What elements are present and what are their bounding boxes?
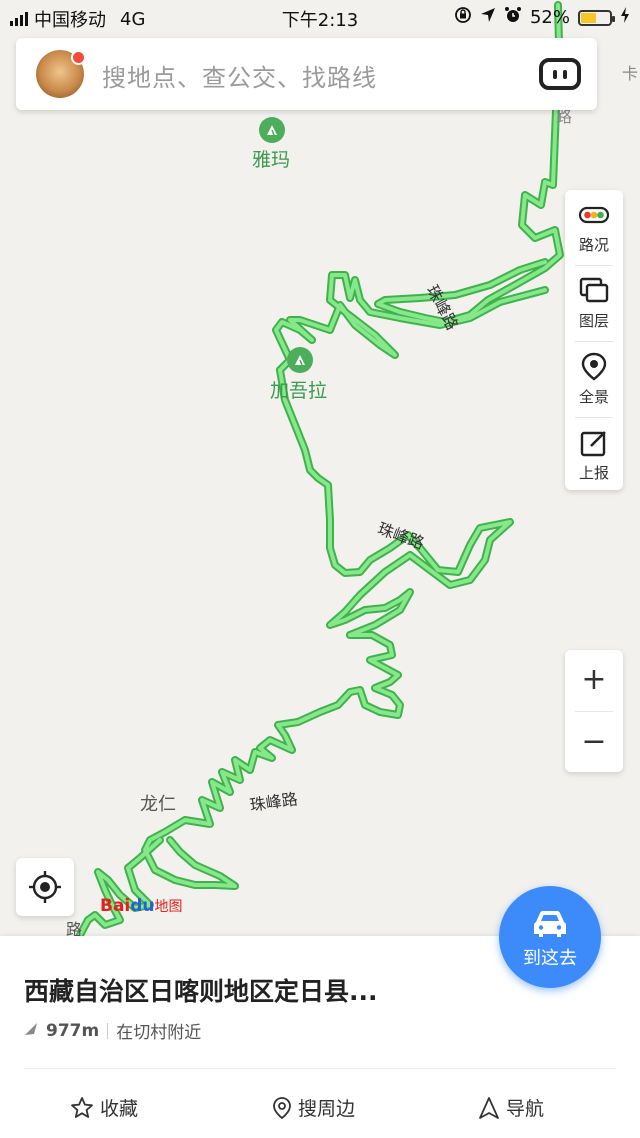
zoom-in-button[interactable]: + bbox=[565, 650, 623, 710]
notification-dot bbox=[71, 50, 86, 65]
alarm-icon bbox=[504, 6, 522, 29]
nearby-label: 搜周边 bbox=[298, 1098, 356, 1120]
panorama-pin-icon bbox=[579, 352, 609, 382]
panorama-label: 全景 bbox=[578, 388, 609, 406]
zoom-out-button[interactable]: − bbox=[565, 712, 623, 772]
car-icon bbox=[534, 911, 566, 937]
traffic-button[interactable]: 路况 bbox=[565, 190, 623, 265]
navigate-button[interactable]: 导航 bbox=[478, 1094, 544, 1121]
avatar[interactable] bbox=[36, 50, 86, 98]
traffic-light-icon bbox=[578, 200, 610, 230]
report-label: 上报 bbox=[578, 464, 609, 482]
location-arrow-icon bbox=[480, 7, 496, 28]
star-icon bbox=[71, 1096, 93, 1118]
battery-percent: 52% bbox=[529, 7, 570, 28]
report-button[interactable]: 上报 bbox=[565, 418, 623, 493]
direction-arrow-icon bbox=[24, 1021, 38, 1041]
distance-text: 977m bbox=[46, 1020, 100, 1041]
location-pin-icon bbox=[273, 1096, 291, 1119]
place-title: 西藏自治区日喀则地区定日县... bbox=[24, 977, 378, 1006]
layers-button[interactable]: 图层 bbox=[565, 266, 623, 341]
search-bar[interactable]: 搜地点、查公交、找路线 bbox=[16, 38, 597, 110]
near-text: 在切村附近 bbox=[116, 1023, 202, 1043]
charging-icon bbox=[620, 7, 630, 28]
map-tools-panel: 路况 图层 全景 上报 bbox=[565, 190, 623, 490]
mountain-icon[interactable] bbox=[287, 347, 313, 373]
go-here-button[interactable]: 到这去 bbox=[499, 886, 601, 988]
panorama-button[interactable]: 全景 bbox=[565, 342, 623, 417]
place-label-jiawula[interactable]: 加吾拉 bbox=[270, 376, 327, 403]
place-label-yama[interactable]: 雅玛 bbox=[252, 145, 290, 172]
rotation-lock-icon bbox=[454, 6, 472, 29]
road-label-partial: 卡 bbox=[622, 64, 639, 83]
favorite-label: 收藏 bbox=[100, 1098, 139, 1120]
status-bar: 中国移动 4G 下午2:13 52% bbox=[0, 0, 640, 34]
baidu-map-logo: Baidu地图 bbox=[100, 896, 183, 916]
mountain-icon[interactable] bbox=[259, 117, 285, 143]
voice-assistant-icon[interactable] bbox=[539, 58, 581, 90]
layers-icon bbox=[579, 276, 609, 306]
crosshair-icon bbox=[29, 871, 61, 903]
zoom-control: + − bbox=[565, 650, 623, 772]
place-meta: 977m 在切村附近 bbox=[24, 1018, 201, 1043]
report-edit-icon bbox=[579, 428, 609, 458]
locate-me-button[interactable] bbox=[16, 858, 74, 916]
place-label-longren[interactable]: 龙仁 bbox=[140, 790, 176, 816]
search-nearby-button[interactable]: 搜周边 bbox=[272, 1094, 355, 1121]
favorite-button[interactable]: 收藏 bbox=[70, 1094, 138, 1121]
navigation-arrow-icon bbox=[479, 1096, 499, 1119]
battery-icon bbox=[578, 9, 615, 26]
go-here-label: 到这去 bbox=[523, 948, 577, 969]
search-input[interactable]: 搜地点、查公交、找路线 bbox=[102, 58, 377, 93]
navigate-label: 导航 bbox=[506, 1098, 545, 1120]
layers-label: 图层 bbox=[578, 312, 609, 330]
traffic-label: 路况 bbox=[578, 236, 609, 254]
